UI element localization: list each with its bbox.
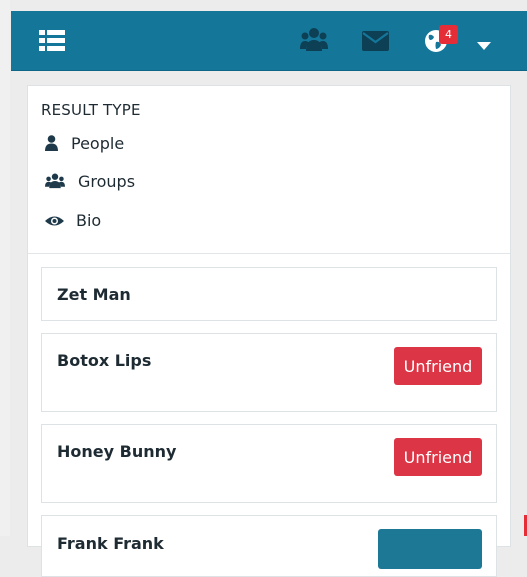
result-name[interactable]: Zet Man: [57, 285, 131, 304]
unfriend-button[interactable]: Unfriend: [394, 347, 482, 385]
result-card: Botox Lips Unfriend: [41, 333, 497, 412]
result-name[interactable]: Frank Frank: [57, 534, 164, 553]
unfriend-button[interactable]: Unfriend: [394, 438, 482, 476]
notification-badge: 4: [439, 25, 458, 44]
result-name[interactable]: Honey Bunny: [57, 442, 176, 461]
page-background: [0, 0, 10, 536]
mail-icon[interactable]: [362, 31, 389, 51]
result-card: Honey Bunny Unfriend: [41, 424, 497, 503]
result-type-heading: RESULT TYPE: [41, 101, 141, 119]
result-card: Frank Frank: [41, 515, 497, 577]
eye-icon: [45, 216, 64, 226]
search-results-panel: RESULT TYPE People Groups Bio Zet Man Bo…: [27, 85, 511, 577]
filter-people-label: People: [71, 134, 125, 153]
add-friend-button[interactable]: [378, 529, 482, 569]
result-card: Zet Man: [41, 267, 497, 321]
filter-groups-label: Groups: [78, 172, 136, 191]
people-icon: [45, 173, 65, 189]
top-navbar: 4: [11, 11, 527, 71]
user-icon: [45, 135, 58, 151]
result-name[interactable]: Botox Lips: [57, 351, 151, 370]
friends-icon[interactable]: [300, 27, 328, 53]
filter-bio-label: Bio: [76, 211, 102, 230]
caret-down-icon[interactable]: [477, 41, 491, 51]
divider: [28, 253, 510, 254]
menu-list-icon[interactable]: [39, 30, 65, 52]
